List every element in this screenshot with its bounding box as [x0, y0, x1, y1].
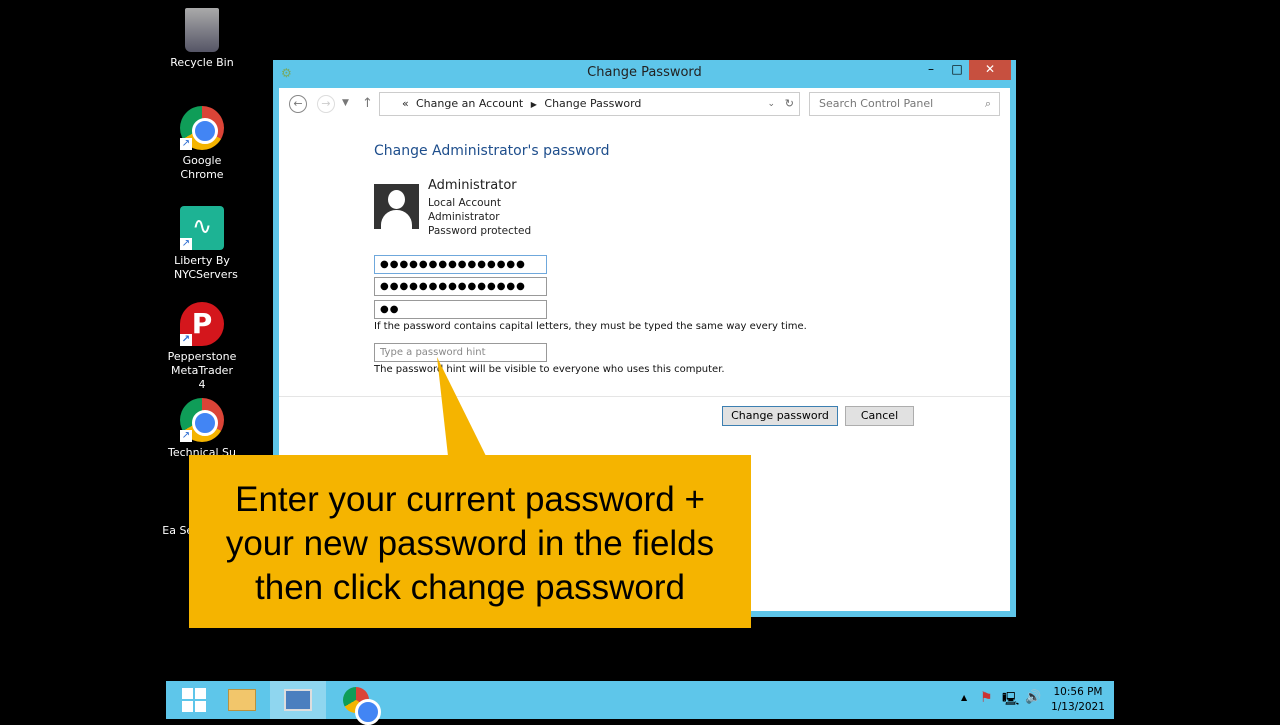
instruction-callout: Enter your current password + your new p… [189, 455, 751, 628]
taskbar: ▲ ⚑ 🖳 🔊 10:56 PM 1/13/2021 [166, 681, 1114, 725]
folder-icon [228, 689, 256, 711]
chrome-icon [343, 687, 381, 725]
clock-date: 1/13/2021 [1051, 701, 1105, 713]
volume-icon[interactable]: 🔊 [1025, 690, 1041, 705]
chrome-taskbar-button[interactable] [328, 681, 384, 725]
clock[interactable]: 10:56 PM 1/13/2021 [1048, 685, 1108, 715]
action-center-flag-icon[interactable]: ⚑ [980, 690, 993, 706]
windows-icon [182, 688, 206, 712]
callout-line: your new password in the fields [225, 524, 715, 563]
callout-line: Enter your current password + [235, 480, 705, 519]
clock-time: 10:56 PM [1053, 686, 1103, 698]
show-hidden-icons[interactable]: ▲ [961, 693, 967, 702]
control-panel-icon [284, 689, 312, 711]
callout-line: then click change password [255, 568, 685, 607]
control-panel-taskbar-button[interactable] [270, 681, 326, 719]
network-icon[interactable]: 🖳 [1002, 690, 1019, 712]
file-explorer-button[interactable] [214, 681, 270, 719]
